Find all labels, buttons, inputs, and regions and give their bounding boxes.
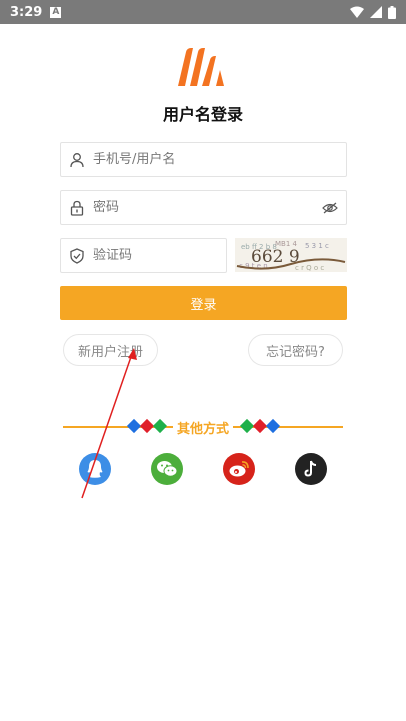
wifi-icon [350, 6, 364, 18]
qq-login-button[interactable] [79, 453, 111, 485]
other-methods-label: 其他方式 [172, 422, 233, 437]
douyin-icon [304, 460, 317, 477]
username-field[interactable] [60, 142, 347, 177]
user-icon [70, 152, 84, 167]
svg-text:5 3 1 c: 5 3 1 c [305, 242, 329, 250]
shield-check-icon [70, 247, 84, 264]
status-bar: 3:29 A [0, 0, 406, 24]
notification-icon: A [50, 6, 62, 18]
app-logo-icon [178, 48, 224, 86]
password-field[interactable] [60, 190, 347, 225]
battery-icon [388, 5, 396, 19]
captcha-field[interactable] [60, 238, 227, 273]
wechat-login-button[interactable] [151, 453, 183, 485]
forgot-password-button[interactable]: 忘记密码? [248, 334, 343, 366]
page-title: 用户名登录 [162, 105, 243, 124]
password-input[interactable] [93, 200, 346, 215]
weibo-icon [229, 461, 249, 477]
username-input[interactable] [93, 152, 346, 167]
douyin-login-button[interactable] [295, 453, 327, 485]
register-button[interactable]: 新用户注册 [63, 334, 158, 366]
weibo-login-button[interactable] [223, 453, 255, 485]
lock-icon [70, 200, 84, 216]
qq-icon [87, 460, 103, 478]
captcha-input[interactable] [93, 248, 226, 263]
status-time: 3:29 [10, 4, 43, 20]
wechat-icon [157, 461, 178, 477]
eye-off-icon[interactable] [322, 201, 338, 215]
signal-icon [370, 6, 382, 18]
captcha-image[interactable]: eb ff 2 b 8 MB1 4 5 3 1 c c 9 t e n c r … [235, 238, 347, 272]
login-button[interactable]: 登录 [60, 286, 347, 320]
right-diamonds [239, 418, 281, 434]
